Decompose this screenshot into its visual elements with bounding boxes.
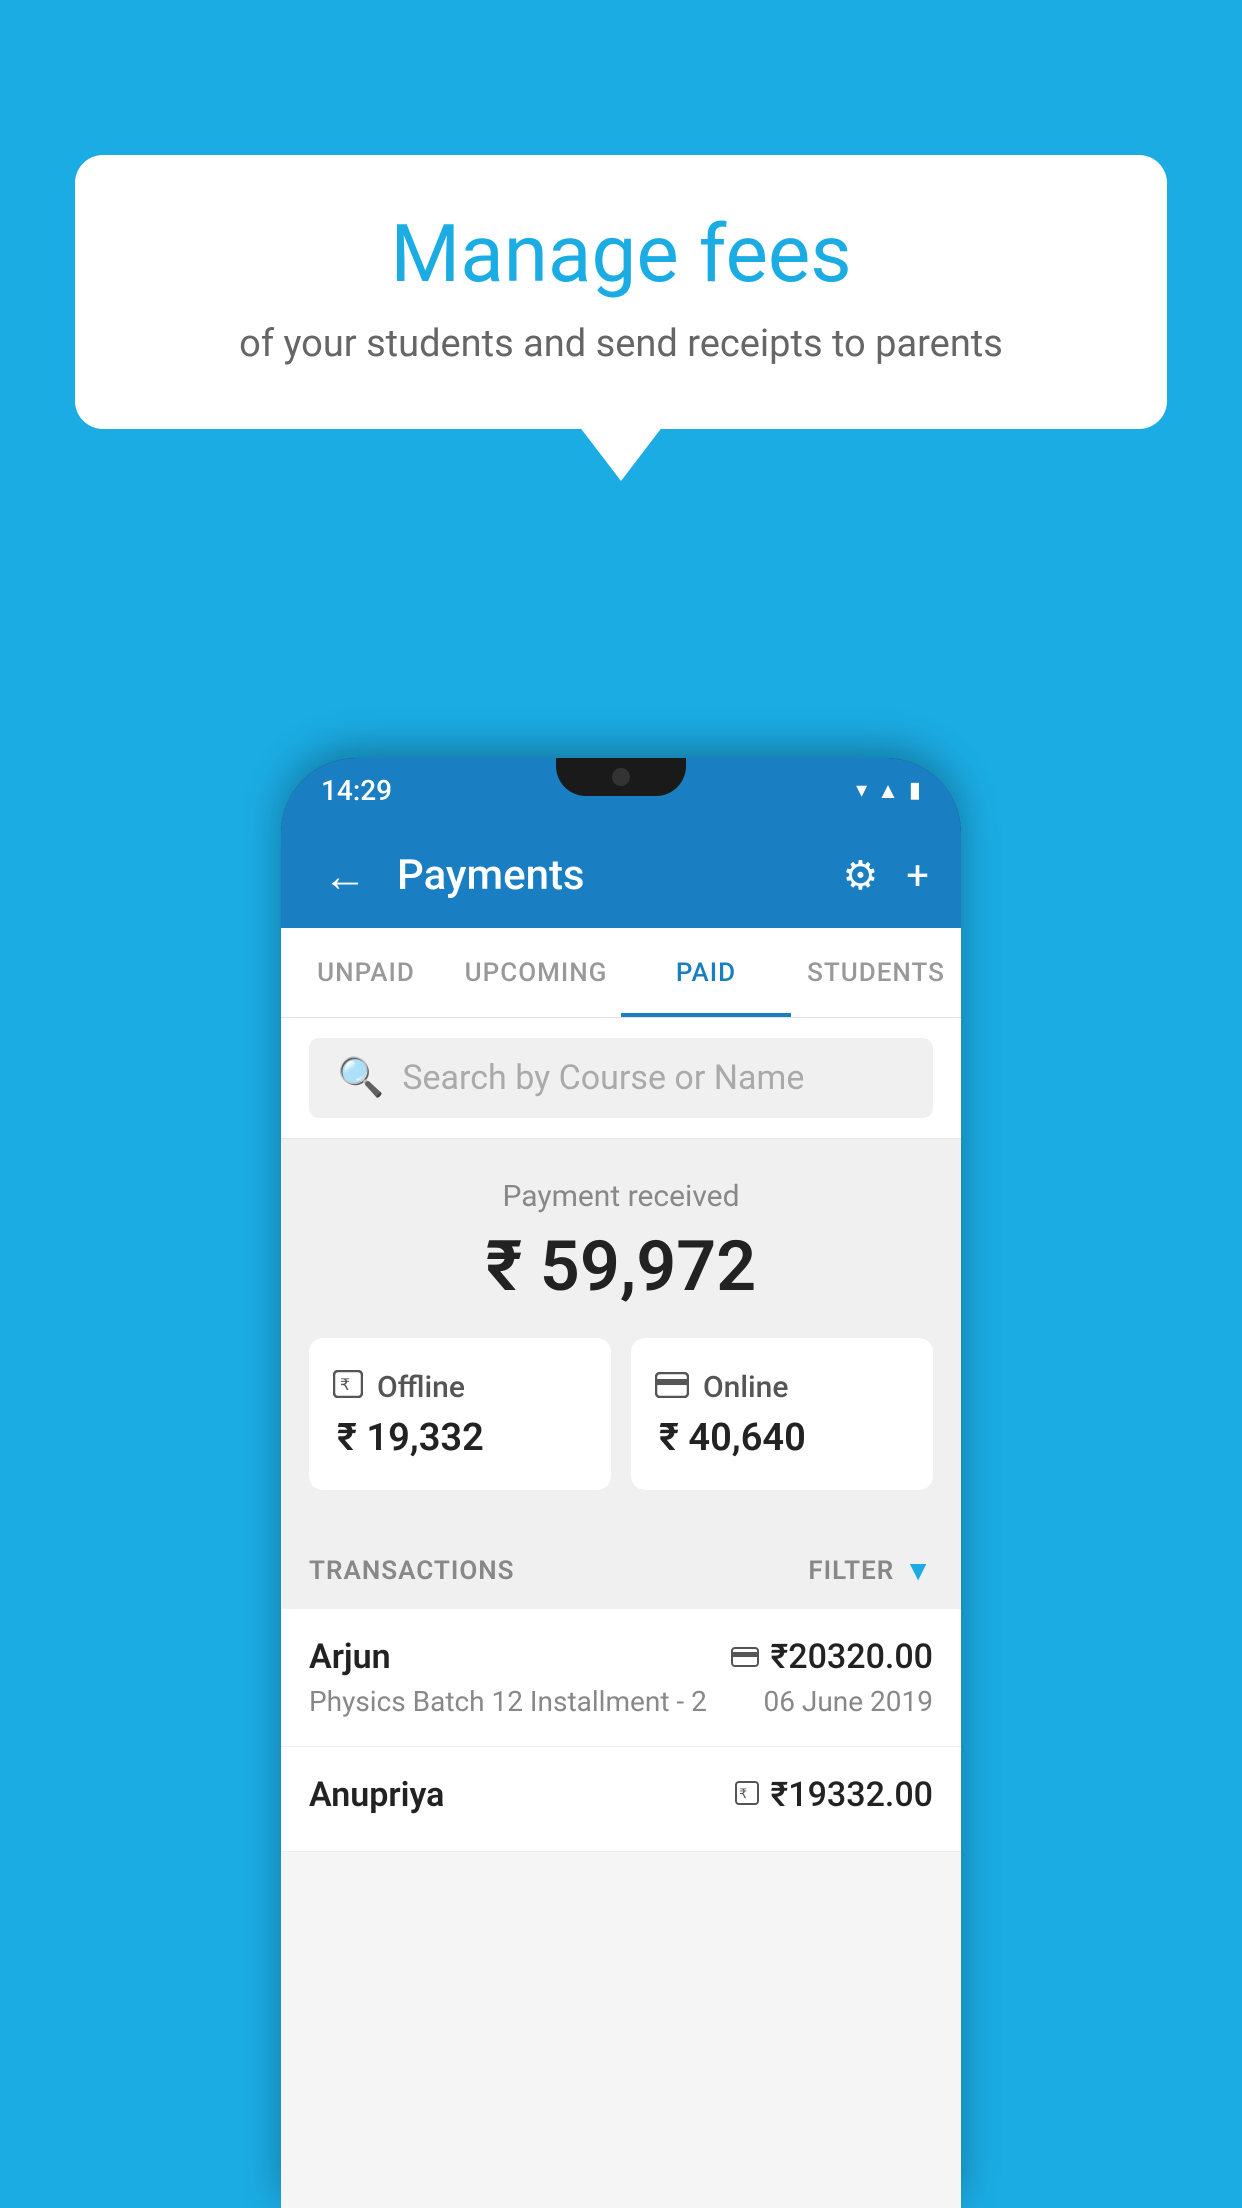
svg-text:₹: ₹ (340, 1377, 350, 1394)
tab-paid[interactable]: PAID (621, 928, 791, 1017)
signal-icon: ▲ (877, 778, 899, 804)
app-bar-actions: ⚙ + (842, 852, 929, 899)
back-button[interactable]: ← (313, 840, 377, 912)
battery-icon: ▮ (909, 778, 921, 803)
status-icons: ▾ ▲ ▮ (856, 778, 921, 804)
online-card: Online ₹ 40,640 (631, 1338, 933, 1490)
phone-frame: 14:29 ▾ ▲ ▮ ← Payments ⚙ + UNPAID UPCOMI… (281, 758, 961, 2208)
transactions-header: TRANSACTIONS FILTER ▼ (281, 1526, 961, 1609)
settings-icon[interactable]: ⚙ (842, 852, 878, 899)
online-amount: ₹ 40,640 (655, 1416, 909, 1460)
transaction-amount-wrapper: ₹ ₹19332.00 (735, 1775, 933, 1815)
transaction-name: Anupriya (309, 1775, 444, 1815)
status-time: 14:29 (321, 774, 392, 807)
online-label: Online (703, 1370, 788, 1405)
tab-students[interactable]: STUDENTS (791, 928, 961, 1017)
transaction-course: Physics Batch 12 Installment - 2 (309, 1685, 707, 1718)
online-icon (655, 1368, 689, 1406)
add-icon[interactable]: + (906, 852, 929, 899)
offline-icon: ₹ (333, 1368, 363, 1406)
search-container: 🔍 Search by Course or Name (281, 1018, 961, 1139)
app-bar-title: Payments (397, 851, 822, 900)
transaction-amount-wrapper: ₹20320.00 (731, 1637, 933, 1677)
speech-bubble-section: Manage fees of your students and send re… (75, 155, 1167, 429)
table-row[interactable]: Arjun ₹20320.00 Physics Batch 12 (281, 1609, 961, 1747)
transaction-name: Arjun (309, 1637, 391, 1677)
notch (556, 758, 686, 796)
payment-cards: ₹ Offline ₹ 19,332 (309, 1338, 933, 1490)
offline-label: Offline (377, 1370, 465, 1405)
filter-icon: ▼ (904, 1554, 933, 1587)
offline-amount: ₹ 19,332 (333, 1416, 587, 1460)
bubble-title: Manage fees (135, 210, 1107, 298)
bubble-subtitle: of your students and send receipts to pa… (135, 320, 1107, 369)
transaction-amount: ₹20320.00 (771, 1637, 933, 1677)
tabs-bar: UNPAID UPCOMING PAID STUDENTS (281, 928, 961, 1018)
search-bar[interactable]: 🔍 Search by Course or Name (309, 1038, 933, 1118)
filter-button[interactable]: FILTER ▼ (808, 1554, 933, 1587)
payment-received-label: Payment received (309, 1179, 933, 1214)
filter-label: FILTER (808, 1556, 894, 1586)
transaction-list: Arjun ₹20320.00 Physics Batch 12 (281, 1609, 961, 1852)
offline-payment-icon: ₹ (735, 1779, 759, 1812)
payment-total-amount: ₹ 59,972 (309, 1226, 933, 1308)
transactions-label: TRANSACTIONS (309, 1556, 515, 1586)
tab-upcoming[interactable]: UPCOMING (451, 928, 621, 1017)
table-row[interactable]: Anupriya ₹ ₹19332.00 (281, 1747, 961, 1852)
transaction-date: 06 June 2019 (763, 1685, 933, 1718)
card-payment-icon (731, 1641, 759, 1674)
speech-bubble: Manage fees of your students and send re… (75, 155, 1167, 429)
camera (612, 768, 630, 786)
transaction-amount: ₹19332.00 (771, 1775, 933, 1815)
status-bar: 14:29 ▾ ▲ ▮ (281, 758, 961, 823)
search-input[interactable]: Search by Course or Name (402, 1058, 804, 1098)
app-bar: ← Payments ⚙ + (281, 823, 961, 928)
tab-unpaid[interactable]: UNPAID (281, 928, 451, 1017)
svg-text:₹: ₹ (739, 1786, 747, 1801)
wifi-icon: ▾ (856, 778, 867, 803)
phone-screen: UNPAID UPCOMING PAID STUDENTS 🔍 Search b… (281, 928, 961, 2208)
offline-card: ₹ Offline ₹ 19,332 (309, 1338, 611, 1490)
payment-summary: Payment received ₹ 59,972 ₹ Offline (281, 1139, 961, 1526)
search-icon: 🔍 (337, 1056, 384, 1100)
